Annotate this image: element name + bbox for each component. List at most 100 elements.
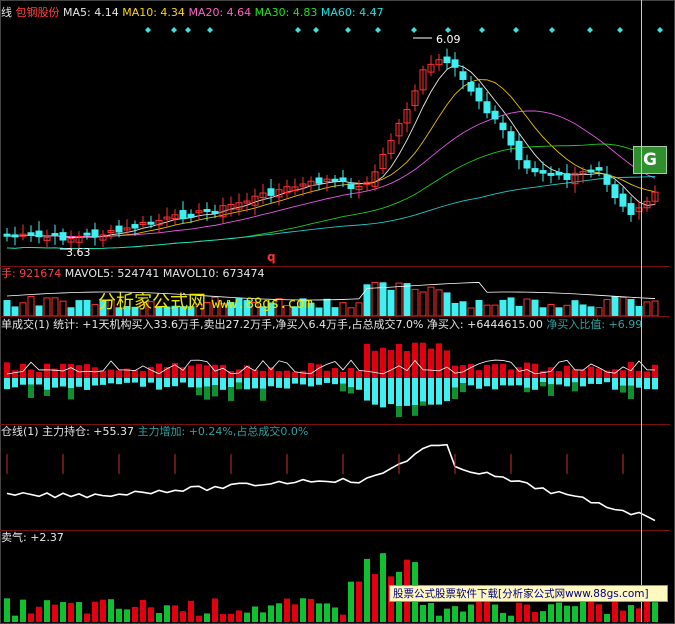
signal-diamond-icon [295, 27, 301, 33]
buy-bar [292, 371, 298, 378]
buy-bar [444, 350, 450, 378]
buy-bar [188, 365, 194, 378]
buy-bar [476, 370, 482, 378]
mood-bar-green [204, 613, 210, 622]
ma30-line [6, 143, 656, 250]
mood-bar-red [212, 598, 218, 622]
mood-bar-red [308, 598, 314, 622]
net-sell-bar [44, 389, 50, 396]
mood-bar-red [372, 574, 378, 622]
buy-bar [276, 371, 282, 378]
mood-pane[interactable]: 卖气: +2.37 [0, 530, 670, 622]
candle-down [451, 59, 459, 68]
volume-bar-down [387, 289, 395, 316]
sell-bar [428, 378, 434, 405]
sell-bar [132, 378, 138, 383]
net-sell-bar [228, 387, 234, 401]
download-banner[interactable]: 股票公式股票软件下载[分析家公式网www.88gs.com] [389, 585, 668, 602]
candle-down [315, 177, 323, 184]
signal-diamond-icon [375, 27, 381, 33]
volume-bar-up [435, 289, 443, 316]
mood-bar-green [580, 599, 586, 622]
mood-bar-green [652, 602, 658, 622]
mood-bar-red [596, 604, 602, 622]
sell-bar [604, 378, 610, 383]
sell-bar [324, 378, 330, 383]
mood-bar-green [276, 603, 282, 622]
volume-bar-up [523, 298, 531, 316]
buy-bar [116, 370, 122, 378]
sell-bar [508, 378, 514, 386]
mood-bar-green [316, 603, 322, 622]
mood-bar-red [516, 602, 522, 622]
mood-bar-red [356, 581, 362, 622]
mood-bar-red [236, 610, 242, 622]
volume-bar-up [547, 303, 555, 316]
order-bars [4, 342, 658, 418]
buy-bar [196, 364, 202, 378]
sell-bar [316, 378, 322, 385]
buy-bar [428, 348, 434, 378]
buy-bar [556, 371, 562, 378]
mood-bar-red [340, 614, 346, 622]
buy-bar [532, 363, 538, 378]
volume-bar-down [507, 297, 515, 316]
sell-bar [588, 378, 594, 384]
buy-bar [620, 370, 626, 378]
candle-down [211, 210, 219, 214]
mood-bar-green [12, 615, 18, 622]
net-sell-bar [28, 384, 34, 398]
buy-bar [364, 343, 370, 378]
volume-bar-up [347, 307, 355, 316]
sell-bar [12, 378, 18, 388]
candle-down [507, 131, 515, 146]
sell-bar [356, 378, 362, 390]
sell-bar [244, 378, 250, 390]
volume-bar-down [11, 306, 19, 316]
sell-bar [92, 378, 98, 386]
signal-diamond-icon [513, 27, 519, 33]
mood-bar-red [100, 599, 106, 622]
candle-down [611, 184, 619, 199]
sell-bar [100, 378, 106, 385]
net-sell-bar [68, 388, 74, 400]
candle-down [475, 87, 483, 102]
crosshair-line[interactable] [641, 0, 642, 622]
sell-bar [580, 378, 586, 387]
sell-bar [108, 378, 114, 384]
net-sell-bar [452, 387, 458, 400]
sell-bar [292, 378, 298, 384]
candle-down [443, 56, 451, 64]
holding-pane[interactable]: 仓线(1) 主力持仓: +55.37 主力增加: +0.24%,占总成交0.0% [0, 424, 670, 531]
candlestick-chart[interactable] [0, 0, 670, 266]
volume-bar-up [19, 302, 27, 316]
mood-bar-green [548, 604, 554, 622]
volume-bar-up [371, 281, 379, 316]
buy-bar [492, 364, 498, 378]
mood-bar-green [164, 605, 170, 622]
sell-bar [628, 378, 634, 386]
volume-bar-down [627, 299, 635, 316]
net-sell-bar [260, 388, 266, 401]
price-pane[interactable]: 线 包钢股份 MA5: 4.14 MA10: 4.34 MA20: 4.64 M… [0, 0, 670, 267]
buy-bar [612, 369, 618, 378]
sell-bar [172, 378, 178, 387]
net-sell-bar [548, 384, 554, 396]
mood-bar-red [620, 610, 626, 622]
mood-bar-green [260, 612, 266, 622]
volume-bar-down [531, 299, 539, 316]
signal-diamond-icon [313, 27, 319, 33]
app-logo-icon[interactable]: G [633, 146, 667, 174]
sell-bar [364, 378, 370, 401]
net-sell-bar [524, 387, 530, 393]
marker-q: q [267, 250, 276, 264]
buy-bar [92, 367, 98, 378]
mood-bar-green [156, 612, 162, 622]
order-stats-pane[interactable]: 单成交(1) 统计: +1天机构买入33.6万手,卖出27.2万手,净买入6.4… [0, 316, 670, 425]
sell-bar [148, 378, 154, 383]
buy-bar [28, 369, 34, 378]
volume-bar-down [75, 300, 83, 316]
candle-down [499, 122, 507, 131]
volume-bar-up [395, 282, 403, 316]
mood-bar-green [460, 611, 466, 622]
